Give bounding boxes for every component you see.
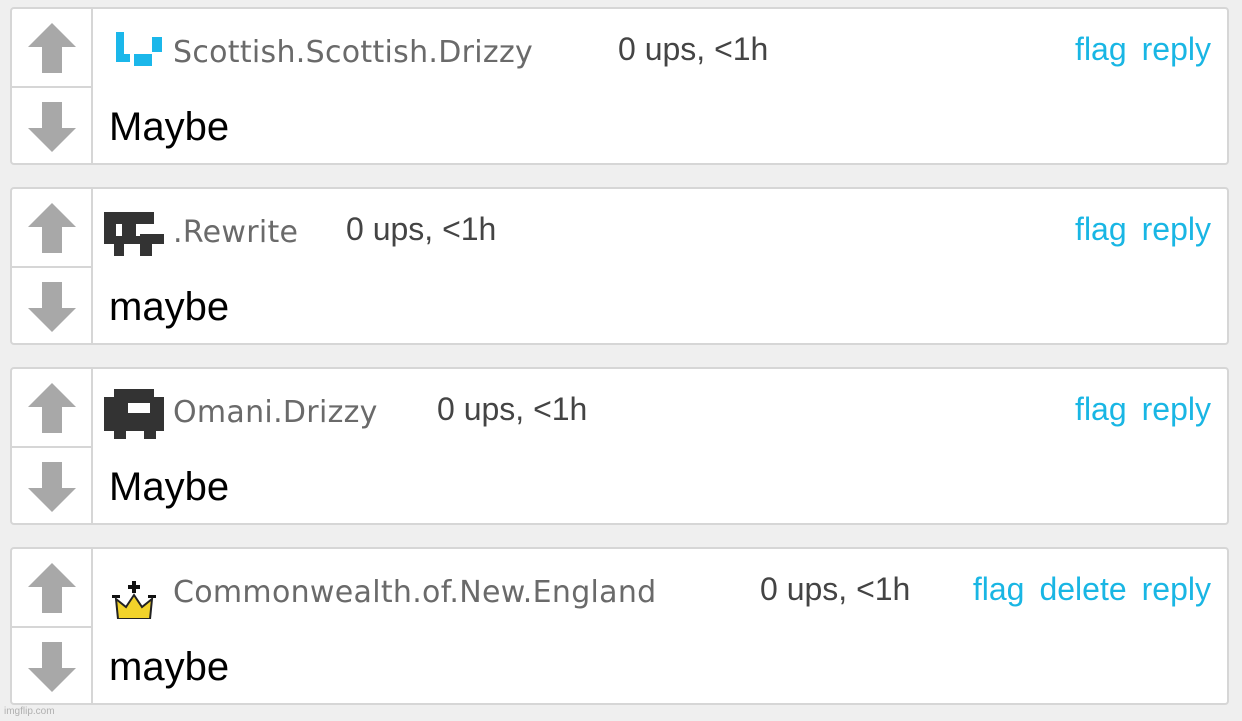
flag-link[interactable]: flag	[973, 571, 1025, 608]
upvote-button[interactable]	[12, 9, 91, 88]
comment-meta: 0 ups, <1h	[618, 31, 769, 67]
username-link[interactable]: .Rewrite	[173, 215, 298, 250]
upvote-button[interactable]	[12, 369, 91, 448]
downvote-button[interactable]	[12, 88, 91, 165]
downvote-button[interactable]	[12, 628, 91, 705]
arrow-up-icon	[27, 382, 76, 433]
comment-meta: 0 ups, <1h	[346, 211, 497, 247]
watermark: imgflip.com	[4, 706, 55, 717]
reply-link[interactable]: reply	[1142, 391, 1211, 428]
comment-body: Maybe	[109, 465, 230, 509]
reply-link[interactable]: reply	[1142, 211, 1211, 248]
reply-link[interactable]: reply	[1142, 31, 1211, 68]
comment-body: maybe	[109, 645, 230, 689]
delete-link[interactable]: delete	[1039, 571, 1126, 608]
comment-body: Maybe	[109, 105, 230, 149]
arrow-up-icon	[27, 562, 76, 613]
comment-meta: 0 ups, <1h	[760, 571, 911, 607]
crown-avatar-icon[interactable]	[104, 569, 164, 619]
pixel-block-avatar-icon[interactable]	[104, 389, 164, 439]
comment-actions: flag reply	[1075, 391, 1211, 428]
comment-actions: flag reply	[1075, 31, 1211, 68]
reply-link[interactable]: reply	[1142, 571, 1211, 608]
flag-link[interactable]: flag	[1075, 211, 1127, 248]
pixel-skull-avatar-icon[interactable]	[104, 209, 164, 259]
arrow-up-icon	[27, 22, 76, 73]
upvote-button[interactable]	[12, 549, 91, 628]
comment-card: Omani.Drizzy 0 ups, <1h flag reply Maybe	[10, 367, 1229, 525]
username-link[interactable]: Omani.Drizzy	[173, 395, 378, 430]
arrow-down-icon	[27, 641, 76, 692]
vote-column	[12, 189, 93, 343]
downvote-button[interactable]	[12, 448, 91, 525]
flag-link[interactable]: flag	[1075, 31, 1127, 68]
flag-link[interactable]: flag	[1075, 391, 1127, 428]
vote-column	[12, 9, 93, 163]
arrow-up-icon	[27, 202, 76, 253]
vote-column	[12, 369, 93, 523]
downvote-button[interactable]	[12, 268, 91, 345]
comment-card: Commonwealth.of.New.England 0 ups, <1h f…	[10, 547, 1229, 705]
vote-column	[12, 549, 93, 703]
username-link[interactable]: Scottish.Scottish.Drizzy	[173, 35, 533, 70]
comment-card: Scottish.Scottish.Drizzy 0 ups, <1h flag…	[10, 7, 1229, 165]
comment-meta: 0 ups, <1h	[437, 391, 588, 427]
arrow-down-icon	[27, 101, 76, 152]
comment-actions: flag reply	[1075, 211, 1211, 248]
upvote-button[interactable]	[12, 189, 91, 268]
comment-card: .Rewrite 0 ups, <1h flag reply maybe	[10, 187, 1229, 345]
username-link[interactable]: Commonwealth.of.New.England	[173, 575, 657, 610]
arrow-down-icon	[27, 461, 76, 512]
arrow-down-icon	[27, 281, 76, 332]
comment-body: maybe	[109, 285, 230, 329]
comment-actions: flag delete reply	[973, 571, 1211, 608]
blue-bracket-avatar-icon[interactable]	[104, 29, 164, 79]
